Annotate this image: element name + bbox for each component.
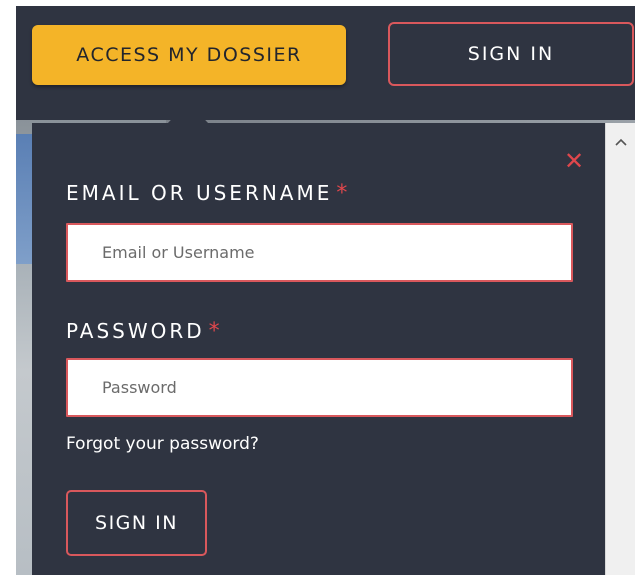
page-frame: ACCESS MY DOSSIER SIGN IN ✕ EMAIL OR USE…	[16, 6, 635, 575]
top-bar: ACCESS MY DOSSIER SIGN IN	[16, 6, 635, 120]
password-label-text: PASSWORD	[66, 319, 205, 343]
header-sign-in-button[interactable]: SIGN IN	[388, 22, 634, 86]
sign-in-submit-button[interactable]: SIGN IN	[66, 490, 207, 556]
password-field-label: PASSWORD *	[66, 319, 223, 344]
email-label-text: EMAIL OR USERNAME	[66, 181, 333, 205]
login-panel: ✕ EMAIL OR USERNAME* PASSWORD* Forgot yo…	[32, 123, 605, 575]
password-field[interactable]	[68, 360, 571, 415]
background-image-detail	[16, 134, 32, 264]
forgot-password-link[interactable]: Forgot your password?	[66, 434, 259, 454]
password-field-box	[66, 358, 573, 417]
email-field-label: EMAIL OR USERNAME *	[66, 181, 350, 206]
email-field-box	[66, 223, 573, 282]
access-my-dossier-button[interactable]: ACCESS MY DOSSIER	[32, 25, 346, 85]
email-required-mark: *	[336, 181, 351, 206]
password-required-mark: *	[208, 319, 223, 344]
email-field[interactable]	[68, 225, 571, 280]
scrollbar[interactable]	[605, 123, 635, 575]
dropdown-caret	[167, 102, 209, 124]
chevron-up-icon[interactable]	[612, 133, 630, 151]
close-icon[interactable]: ✕	[562, 149, 586, 173]
